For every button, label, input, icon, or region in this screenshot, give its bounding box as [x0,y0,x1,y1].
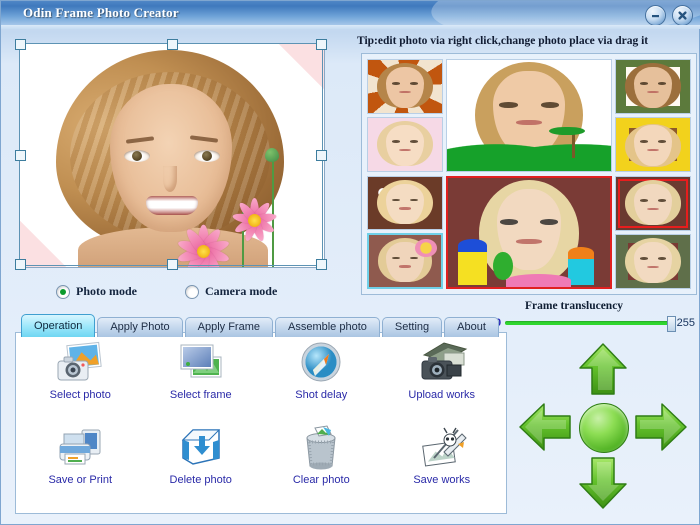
minimize-button[interactable] [645,5,666,26]
thumb-red-border-frame[interactable] [615,176,691,231]
thumb-yellow-flower-frame[interactable] [615,117,691,172]
app-window: Odin Frame Photo Creator Photo mode Came… [0,0,700,525]
portrait-brow-right [189,135,219,143]
tab-bar: Operation Apply Photo Apply Frame Assemb… [21,314,501,337]
window-buttons [645,5,693,26]
tab-assemble-photo[interactable]: Assemble photo [275,317,380,337]
action-grid: Select photo Select frame Shot delay Upl… [16,333,506,513]
picture-frame-icon [173,339,229,387]
title-bar: Odin Frame Photo Creator [1,1,700,29]
save-works-label: Save works [413,474,471,486]
trash-bin-icon [293,424,349,472]
photo-edit-canvas[interactable] [19,43,325,268]
select-photo-label: Select photo [49,389,111,401]
gallery-left-column-1 [367,59,443,172]
save-or-print-button[interactable]: Save or Print [20,424,141,509]
tab-operation[interactable]: Operation [21,314,96,337]
close-icon [677,10,688,21]
radio-camera-mode[interactable]: Camera mode [185,284,277,299]
thumb-snowman-frame[interactable] [367,176,443,230]
shot-delay-button[interactable]: Shot delay [261,339,382,424]
minimize-icon [650,10,661,21]
arrow-up-icon [579,343,627,395]
tab-about[interactable]: About [444,317,499,337]
translucency-handle[interactable] [666,316,676,332]
thumb-orange-frame[interactable] [367,59,443,114]
arrow-up-button[interactable] [575,341,631,399]
translucency-title: Frame translucency [525,300,624,312]
arrow-down-button[interactable] [575,453,631,511]
radio-photo-mode-label: Photo mode [76,284,137,298]
portrait-brow-left [125,136,155,144]
gallery-right-column-1 [615,59,691,172]
arrow-left-icon [519,403,571,451]
preview-red-house-frame[interactable] [446,176,612,289]
gallery-row-2 [365,174,693,291]
lotus-bud [265,148,279,162]
tip-text: Tip:edit photo via right click,change ph… [357,35,649,47]
select-frame-label: Select frame [169,389,232,401]
radio-photo-mode[interactable]: Photo mode [56,284,137,299]
radio-camera-mode-label: Camera mode [205,284,278,298]
gallery-left-column-2 [367,176,443,289]
camera-photo-icon [52,339,108,387]
gallery-right-column-2 [615,176,691,289]
center-button[interactable] [579,403,629,453]
window-title: Odin Frame Photo Creator [23,5,179,20]
lotus-flower-lower [168,220,238,267]
select-frame-button[interactable]: Select frame [141,339,262,424]
thumb-cyan-flower-frame[interactable] [367,233,443,289]
upload-works-button[interactable]: Upload works [382,339,503,424]
gallery-row-1 [365,57,693,174]
shot-delay-label: Shot delay [295,389,348,401]
move-pad [517,341,689,511]
translucency-max-label: 255 [676,317,695,329]
thumb-pink-flower-frame[interactable] [367,117,443,172]
portrait-nose [163,166,177,192]
radio-camera-mode-dot [185,284,199,299]
preview-green-hill-frame[interactable] [446,59,612,172]
tab-setting[interactable]: Setting [381,317,443,337]
select-photo-button[interactable]: Select photo [20,339,141,424]
portrait-mouth [146,196,198,215]
arrow-left-button[interactable] [517,399,575,455]
delete-box-icon [173,424,229,472]
arrow-down-icon [579,457,627,509]
close-button[interactable] [672,5,693,26]
tab-apply-photo[interactable]: Apply Photo [97,317,183,337]
radio-photo-mode-dot [56,284,70,299]
upload-camera-icon [414,339,470,387]
operation-panel: Select photo Select frame Shot delay Upl… [15,332,507,514]
clear-photo-label: Clear photo [292,474,350,486]
canvas-area [11,37,331,272]
save-works-icon [414,424,470,472]
mode-radio-group: Photo mode Camera mode [56,284,277,299]
clear-photo-button[interactable]: Clear photo [261,424,382,509]
portrait-eye-right [194,150,220,162]
portrait-eye-left [124,150,150,162]
tab-apply-frame[interactable]: Apply Frame [184,317,273,337]
frame-gallery [361,53,697,295]
translucency-slider[interactable]: 0 255 [495,315,695,332]
delete-photo-button[interactable]: Delete photo [141,424,262,509]
save-or-print-label: Save or Print [48,474,113,486]
thumb-ivy-frame[interactable] [615,234,691,289]
compass-timer-icon [293,339,349,387]
printer-icon [52,424,108,472]
arrow-right-button[interactable] [631,399,689,455]
thumb-green-leaf-frame[interactable] [615,59,691,114]
upload-works-label: Upload works [408,389,476,401]
save-works-button[interactable]: Save works [382,424,503,509]
delete-photo-label: Delete photo [169,474,232,486]
translucency-track[interactable] [505,316,676,332]
arrow-right-icon [635,403,687,451]
